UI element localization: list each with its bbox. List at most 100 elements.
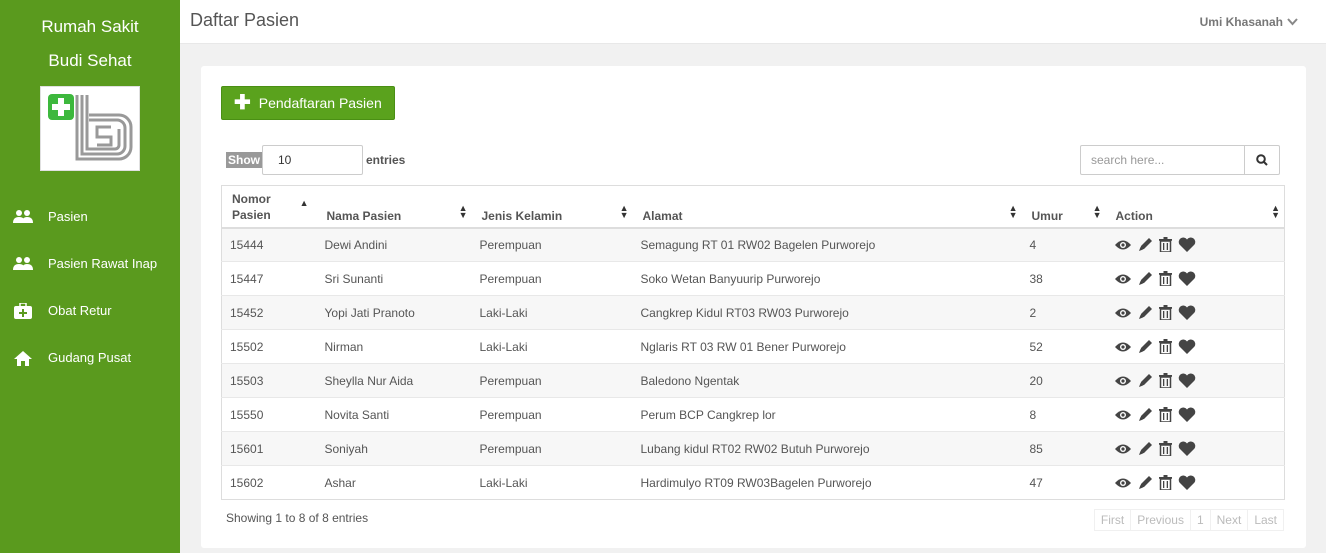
sidebar-item-label: Pasien Rawat Inap — [48, 256, 158, 271]
pencil-icon — [1138, 408, 1152, 421]
view-button[interactable] — [1114, 477, 1132, 489]
view-button[interactable] — [1114, 409, 1132, 421]
delete-button[interactable] — [1158, 237, 1172, 253]
delete-button[interactable] — [1158, 407, 1172, 422]
patient-list-panel: ✚ Pendaftaran Pasien Show 10 entries sea… — [201, 66, 1306, 548]
col-header-jenis-kelamin[interactable]: Jenis Kelamin ▲ ▼ — [471, 185, 633, 229]
eye-icon — [1114, 376, 1131, 385]
heart-icon — [1178, 237, 1195, 253]
cell-actions — [1105, 363, 1285, 398]
delete-button[interactable] — [1158, 475, 1172, 490]
view-button[interactable] — [1114, 375, 1132, 387]
row-actions — [1114, 475, 1277, 490]
pager-first[interactable]: First — [1093, 509, 1132, 531]
favorite-button[interactable] — [1178, 373, 1196, 388]
col-header-umur[interactable]: Umur ▲ ▼ — [1021, 185, 1106, 229]
table-row: 15503 Sheylla Nur Aida Perempuan Baledono N… — [221, 363, 1285, 398]
row-actions — [1114, 271, 1277, 286]
sort-icon: ▲ ▼ — [619, 202, 629, 220]
sidebar-nav: Pasien Pasien Rawat Inap Obat Retur Guda… — [0, 193, 180, 381]
pager-next[interactable]: Next — [1209, 509, 1249, 531]
search-button[interactable] — [1245, 145, 1280, 175]
add-patient-button[interactable]: ✚ Pendaftaran Pasien — [221, 86, 395, 120]
add-patient-label: Pendaftaran Pasien — [258, 95, 382, 111]
sidebar-item-pasien[interactable]: Pasien — [0, 193, 180, 240]
view-button[interactable] — [1114, 443, 1132, 455]
delete-button[interactable] — [1158, 271, 1172, 286]
edit-button[interactable] — [1138, 475, 1153, 490]
favorite-button[interactable] — [1178, 339, 1196, 354]
favorite-button[interactable] — [1178, 305, 1196, 320]
heart-icon — [1178, 441, 1195, 456]
sidebar-item-obat-retur[interactable]: Obat Retur — [0, 287, 180, 334]
col-header-nama-pasien[interactable]: Nama Pasien ▲ ▼ — [316, 185, 472, 229]
table-row: 15502 Nirman Laki-Laki Nglaris RT 03 RW 01 … — [221, 329, 1285, 364]
eye-icon — [1114, 240, 1131, 250]
table-row: 15452 Yopi Jati Pranoto Laki-Laki Cangkrep … — [221, 295, 1285, 330]
view-button[interactable] — [1114, 341, 1132, 353]
sidebar-item-label: Pasien — [48, 209, 88, 224]
edit-button[interactable] — [1138, 441, 1153, 456]
favorite-button[interactable] — [1178, 237, 1196, 253]
edit-button[interactable] — [1138, 271, 1153, 286]
trash-icon — [1158, 271, 1172, 286]
entries-length-select[interactable]: 10 — [262, 145, 363, 175]
brand-name-line2: Budi Sehat — [48, 51, 132, 70]
heart-icon — [1178, 373, 1195, 388]
plus-icon: ✚ — [234, 92, 251, 114]
heart-icon — [1178, 475, 1195, 490]
cell-alamat: Baledono Ngentak — [632, 363, 1022, 398]
pager-previous[interactable]: Previous — [1130, 509, 1191, 531]
row-actions — [1114, 305, 1277, 320]
delete-button[interactable] — [1158, 441, 1172, 456]
search-input[interactable]: search here... — [1080, 145, 1245, 175]
cell-alamat: Lubang kidul RT02 RW02 Butuh Purworejo — [632, 431, 1022, 466]
view-button[interactable] — [1114, 307, 1132, 319]
edit-button[interactable] — [1138, 305, 1153, 320]
favorite-button[interactable] — [1178, 407, 1196, 422]
cell-alamat: Semagung RT 01 RW02 Bagelen Purworejo — [632, 227, 1022, 262]
heart-icon — [1178, 339, 1195, 354]
cell-alamat: Perum BCP Cangkrep lor — [632, 397, 1022, 432]
user-name: Umi Khasanah — [1199, 15, 1283, 29]
table-row: 15550 Novita Santi Perempuan Perum BCP Cang… — [221, 397, 1285, 432]
favorite-button[interactable] — [1178, 441, 1196, 456]
cell-nama-pasien: Dewi Andini — [316, 227, 472, 262]
sort-icon: ▲ ▼ — [1271, 202, 1280, 220]
sort-asc-icon: ▲ — [299, 197, 309, 208]
favorite-button[interactable] — [1178, 271, 1196, 286]
view-button[interactable] — [1114, 273, 1132, 285]
brand: Rumah Sakit Budi Sehat — [0, 0, 180, 78]
cell-nomor-pasien: 15444 — [221, 227, 317, 262]
pager-page-1[interactable]: 1 — [1189, 509, 1211, 531]
col-header-action[interactable]: Action ▲ ▼ — [1105, 185, 1285, 229]
col-header-alamat[interactable]: Alamat ▲ ▼ — [632, 185, 1022, 229]
table-row: 15601 Soniyah Perempuan Lubang kidul RT02 R… — [221, 431, 1285, 466]
cell-nomor-pasien: 15502 — [221, 329, 317, 364]
edit-button[interactable] — [1138, 407, 1153, 422]
cell-actions — [1105, 465, 1285, 500]
table-info: Showing 1 to 8 of 8 entries — [226, 511, 369, 525]
heart-icon — [1178, 271, 1195, 286]
cell-nomor-pasien: 15602 — [221, 465, 317, 500]
medkit-icon — [12, 302, 34, 320]
pencil-icon — [1138, 374, 1152, 387]
view-button[interactable] — [1114, 239, 1132, 251]
edit-button[interactable] — [1138, 373, 1153, 388]
favorite-button[interactable] — [1178, 475, 1196, 490]
sidebar-item-label: Gudang Pusat — [48, 350, 132, 365]
delete-button[interactable] — [1158, 305, 1172, 320]
sidebar-item-gudang-pusat[interactable]: Gudang Pusat — [0, 334, 180, 381]
col-header-nomor-pasien[interactable]: Nomor Pasien ▲ — [221, 185, 317, 229]
user-menu[interactable]: Umi Khasanah — [1200, 15, 1298, 29]
delete-button[interactable] — [1158, 373, 1172, 388]
edit-button[interactable] — [1138, 237, 1153, 252]
chevron-down-icon — [1287, 15, 1298, 29]
cell-nomor-pasien: 15550 — [221, 397, 317, 432]
sidebar-item-pasien-rawat-inap[interactable]: Pasien Rawat Inap — [0, 240, 180, 287]
edit-button[interactable] — [1138, 339, 1153, 354]
sort-icon: ▲ ▼ — [1092, 202, 1102, 220]
pager-last[interactable]: Last — [1247, 509, 1284, 531]
row-actions — [1114, 441, 1277, 456]
delete-button[interactable] — [1158, 339, 1172, 354]
